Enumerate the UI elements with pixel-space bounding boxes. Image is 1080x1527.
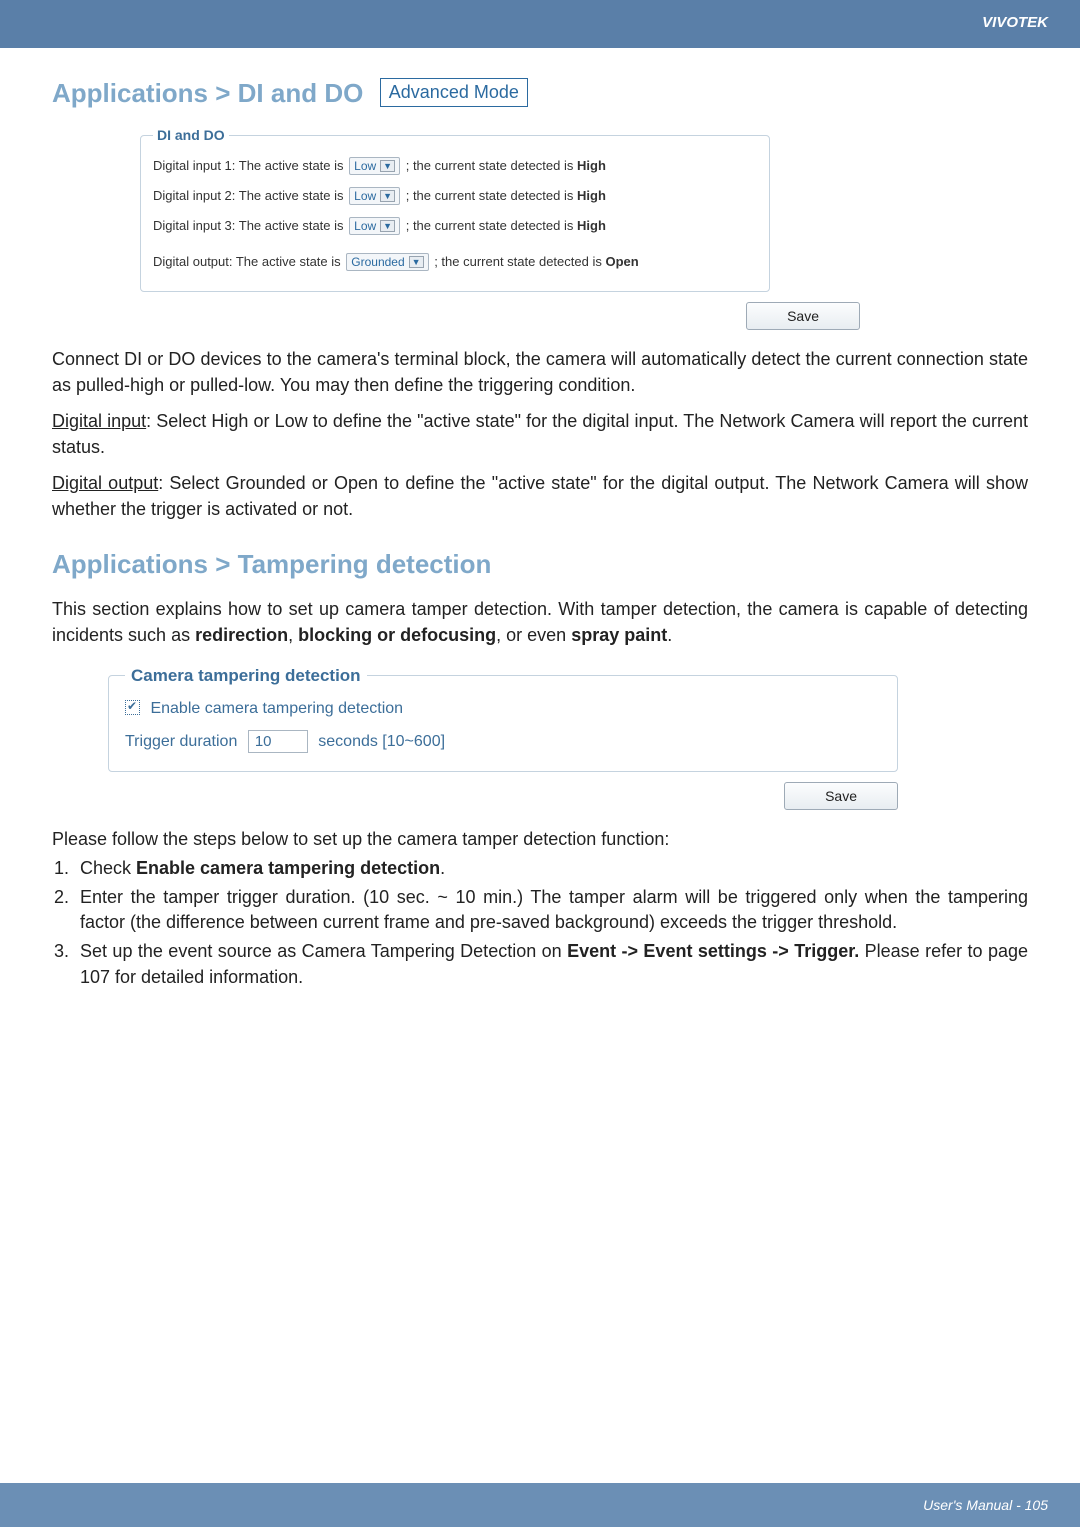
do-state: Open — [605, 254, 638, 269]
digital-input-underline: Digital input — [52, 411, 146, 431]
di2-select-value: Low — [354, 189, 376, 203]
do-prefix: Digital output: The active state is — [153, 254, 341, 269]
footer-text: User's Manual - 105 — [923, 1497, 1048, 1513]
brand-label: VIVOTEK — [0, 0, 1080, 31]
trigger-duration-label: Trigger duration — [125, 733, 237, 750]
di2-state: High — [577, 188, 606, 203]
digital-input-text: : Select High or Low to define the "acti… — [52, 411, 1028, 457]
dropdown-arrow-icon: ▼ — [380, 160, 395, 172]
section2-heading: Applications > Tampering detection — [52, 549, 1028, 580]
di1-select[interactable]: Low ▼ — [349, 157, 400, 175]
para-digital-output: Digital output: Select Grounded or Open … — [52, 470, 1028, 522]
dropdown-arrow-icon: ▼ — [409, 256, 424, 268]
step3-b: Event -> Event settings -> Trigger. — [567, 941, 859, 961]
step-2: Enter the tamper trigger duration. (10 s… — [74, 885, 1028, 935]
digital-output-text: : Select Grounded or Open to define the … — [52, 473, 1028, 519]
tamper-intro: This section explains how to set up came… — [52, 596, 1028, 648]
do-row: Digital output: The active state is Grou… — [153, 247, 757, 277]
step2-a: Enter the tamper trigger duration. (10 s… — [80, 887, 1028, 932]
step1-c: . — [440, 858, 445, 878]
do-select[interactable]: Grounded ▼ — [346, 253, 428, 271]
dropdown-arrow-icon: ▼ — [380, 190, 395, 202]
step1-b: Enable camera tampering detection — [136, 858, 440, 878]
di2-suffix: ; the current state detected is — [406, 188, 574, 203]
tamper-intro-b2: blocking or defocusing — [298, 625, 496, 645]
di3-state: High — [577, 218, 606, 233]
di1-select-value: Low — [354, 159, 376, 173]
do-suffix: ; the current state detected is — [434, 254, 602, 269]
header-bar: VIVOTEK — [0, 0, 1080, 48]
tamper-intro-d: spray paint — [571, 625, 667, 645]
di1-suffix: ; the current state detected is — [406, 158, 574, 173]
para-connect: Connect DI or DO devices to the camera's… — [52, 346, 1028, 398]
di1-prefix: Digital input 1: The active state is — [153, 158, 344, 173]
save-row-1: Save — [140, 302, 860, 330]
di3-prefix: Digital input 3: The active state is — [153, 218, 344, 233]
tamper-legend: Camera tampering detection — [125, 666, 367, 686]
step-1: Check Enable camera tampering detection. — [74, 856, 1028, 881]
di3-select-value: Low — [354, 219, 376, 233]
digital-output-underline: Digital output — [52, 473, 158, 493]
save-button-1[interactable]: Save — [746, 302, 860, 330]
advanced-mode-badge: Advanced Mode — [380, 78, 528, 107]
di3-suffix: ; the current state detected is — [406, 218, 574, 233]
di-row-2: Digital input 2: The active state is Low… — [153, 181, 757, 211]
tamper-intro-c: , or even — [496, 625, 571, 645]
dropdown-arrow-icon: ▼ — [380, 220, 395, 232]
do-select-value: Grounded — [351, 255, 404, 269]
di-row-3: Digital input 3: The active state is Low… — [153, 211, 757, 241]
tamper-intro-sep: , — [288, 625, 298, 645]
breadcrumb-di-do: Applications > DI and DO — [52, 78, 363, 108]
di2-prefix: Digital input 2: The active state is — [153, 188, 344, 203]
step1-a: Check — [80, 858, 136, 878]
tamper-intro-b1: redirection — [195, 625, 288, 645]
step-3: Set up the event source as Camera Tamper… — [74, 939, 1028, 989]
di2-select[interactable]: Low ▼ — [349, 187, 400, 205]
di3-select[interactable]: Low ▼ — [349, 217, 400, 235]
di-do-legend: DI and DO — [153, 127, 229, 143]
para-digital-input: Digital input: Select High or Low to def… — [52, 408, 1028, 460]
enable-tamper-label: Enable camera tampering detection — [150, 700, 403, 717]
di1-state: High — [577, 158, 606, 173]
tamper-intro-e: . — [667, 625, 672, 645]
enable-tamper-checkbox[interactable] — [125, 700, 140, 715]
di-row-1: Digital input 1: The active state is Low… — [153, 151, 757, 181]
trigger-duration-input[interactable]: 10 — [248, 730, 308, 753]
trigger-duration-unit: seconds [10~600] — [318, 733, 445, 750]
footer-bar: User's Manual - 105 — [0, 1483, 1080, 1527]
save-row-2: Save — [52, 782, 898, 810]
steps-intro: Please follow the steps below to set up … — [52, 826, 1028, 852]
section1-heading: Applications > DI and DO Advanced Mode — [52, 78, 1028, 109]
di-do-panel: DI and DO Digital input 1: The active st… — [140, 127, 770, 292]
steps-list: Check Enable camera tampering detection.… — [52, 856, 1028, 990]
tamper-panel: Camera tampering detection Enable camera… — [108, 666, 898, 772]
step3-a: Set up the event source as Camera Tamper… — [80, 941, 567, 961]
save-button-2[interactable]: Save — [784, 782, 898, 810]
